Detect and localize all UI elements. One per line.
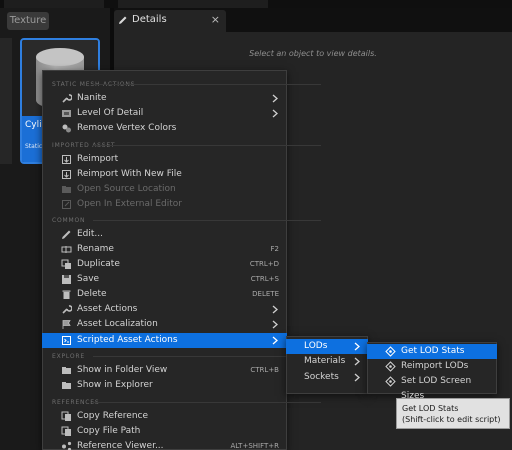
pencil-icon — [62, 230, 71, 239]
submenu-item-reimport-lods[interactable]: Reimport LODs — [367, 359, 497, 374]
copy-path-icon — [61, 426, 71, 436]
shortcut-label: DELETE — [252, 290, 279, 298]
menu-item-remove-vertex-colors[interactable]: Remove Vertex Colors — [42, 121, 287, 136]
tooltip: Get LOD Stats (Shift-click to edit scrip… — [396, 398, 510, 429]
explorer-icon — [62, 382, 71, 389]
section-divider — [93, 84, 321, 85]
menu-item-asset-localization[interactable]: Asset Localization — [42, 317, 287, 332]
menu-item-rename[interactable]: Rename F2 — [42, 242, 287, 257]
cylinder-cap — [36, 48, 84, 66]
action-diamond-icon — [385, 376, 396, 387]
duplicate-icon — [61, 259, 71, 269]
menu-item-open-source-location: Open Source Location — [42, 182, 287, 197]
submenu-item-lods[interactable]: LODs — [286, 339, 368, 354]
tab-details[interactable]: Details × — [114, 10, 226, 32]
pencil-icon — [119, 16, 127, 24]
wrench-icon — [62, 305, 72, 314]
menu-item-show-in-explorer[interactable]: Show in Explorer — [42, 378, 287, 393]
menu-item-reimport-new-file[interactable]: Reimport With New File — [42, 167, 287, 182]
trash-icon — [62, 290, 71, 299]
rename-icon — [61, 246, 72, 253]
toolbar-segment — [4, 0, 104, 8]
menu-item-copy-file-path[interactable]: Copy File Path — [42, 424, 287, 439]
submenu-item-materials[interactable]: Materials — [286, 354, 368, 369]
menu-item-nanite[interactable]: Nanite — [42, 91, 287, 106]
chevron-right-icon — [272, 336, 278, 345]
menu-item-level-of-detail[interactable]: Level Of Detail — [42, 106, 287, 121]
flag-icon — [62, 320, 71, 329]
chevron-right-icon — [354, 373, 360, 382]
chevron-right-icon — [354, 357, 360, 366]
lod-icon — [62, 110, 71, 117]
tab-details-label: Details — [132, 14, 167, 25]
shortcut-label: F2 — [270, 245, 279, 253]
save-icon — [62, 275, 71, 284]
chevron-right-icon — [354, 342, 360, 351]
script-icon — [62, 336, 71, 345]
menu-item-scripted-asset-actions[interactable]: Scripted Asset Actions — [42, 333, 287, 348]
section-divider — [93, 145, 321, 146]
folder-view-icon — [62, 367, 71, 374]
chevron-right-icon — [272, 305, 278, 314]
wrench-icon — [62, 94, 72, 103]
chevron-right-icon — [272, 320, 278, 329]
shortcut-label: CTRL+B — [250, 366, 279, 374]
reimport-file-icon — [62, 170, 71, 179]
submenu-item-sockets[interactable]: Sockets — [286, 370, 368, 385]
menu-item-reimport[interactable]: Reimport — [42, 152, 287, 167]
toolbar-segment — [118, 0, 268, 8]
external-icon — [62, 200, 71, 209]
top-toolbar-strip — [0, 0, 512, 8]
menu-item-duplicate[interactable]: Duplicate CTRL+D — [42, 257, 287, 272]
tooltip-title: Get LOD Stats — [402, 404, 459, 413]
section-divider — [93, 220, 321, 221]
asset-tile-previous[interactable] — [0, 38, 12, 164]
paint-icon — [62, 124, 71, 133]
filter-chip-texture[interactable]: Texture — [7, 12, 49, 30]
submenu-item-get-lod-stats[interactable]: Get LOD Stats — [367, 344, 497, 359]
close-tab-button[interactable]: × — [211, 10, 220, 30]
menu-item-save[interactable]: Save CTRL+S — [42, 272, 287, 287]
chevron-right-icon — [272, 94, 278, 103]
submenu-item-set-lod-screen-sizes[interactable]: Set LOD Screen Sizes — [367, 374, 497, 401]
reference-viewer-icon — [62, 441, 72, 450]
menu-item-open-external-editor: Open In External Editor — [42, 197, 287, 212]
menu-item-delete[interactable]: Delete DELETE — [42, 287, 287, 302]
menu-item-edit[interactable]: Edit... — [42, 227, 287, 242]
section-explore: EXPLORE — [52, 353, 85, 360]
folder-icon — [62, 186, 71, 193]
tooltip-hint: (Shift-click to edit script) — [402, 415, 501, 424]
menu-item-copy-reference[interactable]: Copy Reference — [42, 409, 287, 424]
menu-item-reference-viewer[interactable]: Reference Viewer... ALT+SHIFT+R — [42, 439, 287, 450]
shortcut-label: ALT+SHIFT+R — [230, 442, 279, 450]
details-empty-message: Select an object to view details. — [249, 49, 377, 58]
shortcut-label: CTRL+S — [250, 275, 279, 283]
menu-item-show-folder-view[interactable]: Show in Folder View CTRL+B — [42, 363, 287, 378]
section-divider — [93, 402, 321, 403]
menu-item-asset-actions[interactable]: Asset Actions — [42, 302, 287, 317]
action-diamond-icon — [385, 346, 396, 357]
section-common: COMMON — [52, 217, 86, 224]
chevron-right-icon — [272, 109, 278, 118]
shortcut-label: CTRL+D — [249, 260, 279, 268]
copy-icon — [61, 411, 71, 421]
reimport-icon — [62, 155, 71, 164]
action-diamond-icon — [385, 361, 396, 372]
